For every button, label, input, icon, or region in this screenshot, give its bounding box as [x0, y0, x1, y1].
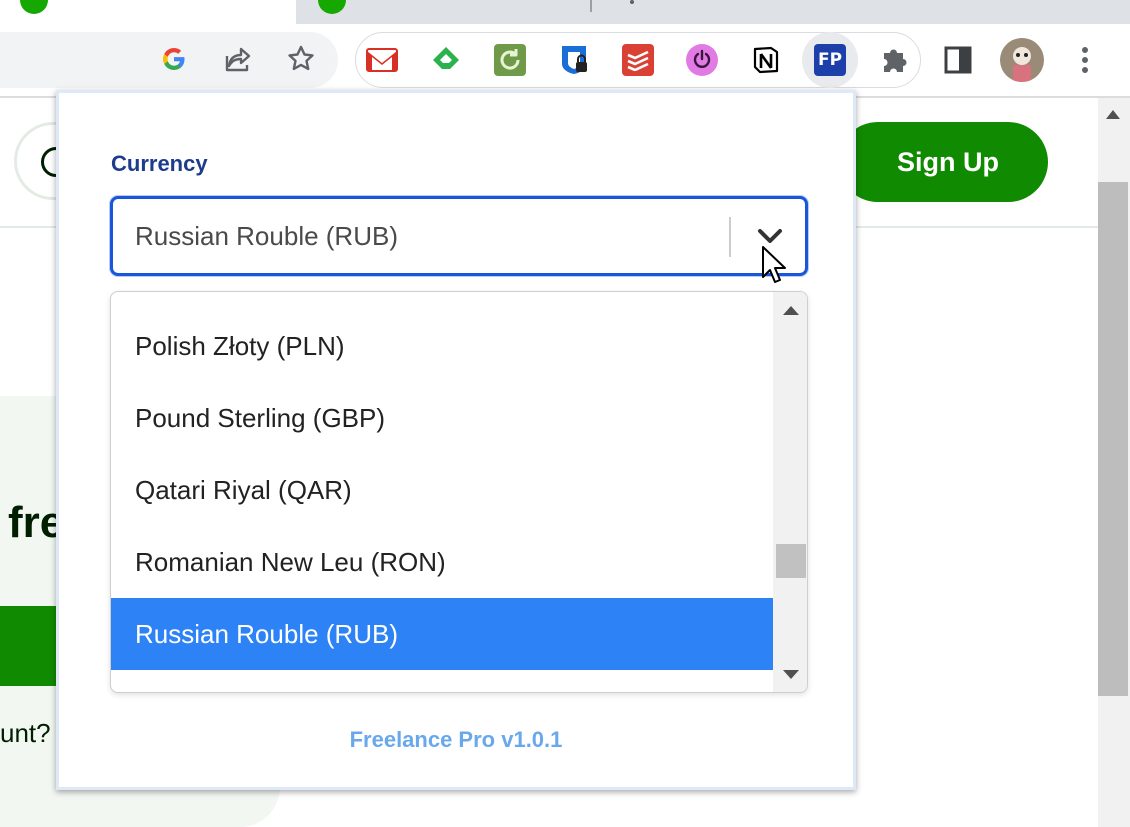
power-icon[interactable]	[686, 44, 718, 76]
tab-separator	[590, 0, 592, 12]
dropdown-scrollbar[interactable]	[773, 292, 807, 692]
sign-up-button[interactable]: Sign Up	[838, 122, 1048, 202]
share-icon[interactable]	[223, 44, 253, 74]
scroll-down-arrow-icon[interactable]	[783, 670, 799, 679]
page-account-prompt: unt?	[0, 718, 51, 748]
currency-option[interactable]: Polish Złoty (PLN)	[111, 310, 773, 382]
lock-shield-icon[interactable]	[558, 44, 590, 76]
refresh-icon[interactable]	[494, 44, 526, 76]
google-icon[interactable]	[159, 44, 189, 74]
page-scrollbar-thumb[interactable]	[1098, 182, 1128, 696]
profile-avatar-icon[interactable]	[1000, 38, 1044, 82]
gmail-icon[interactable]	[366, 44, 398, 76]
option-label: Romanian New Leu (RON)	[135, 546, 446, 577]
currency-option[interactable]: Pound Sterling (GBP)	[111, 382, 773, 454]
side-panel-icon[interactable]	[942, 44, 974, 76]
todoist-icon[interactable]	[622, 44, 654, 76]
tab-active[interactable]	[0, 0, 296, 24]
currency-dropdown-menu: Polish Złoty (PLN) Pound Sterling (GBP) …	[110, 291, 808, 693]
option-label: Polish Złoty (PLN)	[135, 330, 345, 361]
scroll-up-arrow-icon[interactable]	[783, 306, 799, 315]
currency-option[interactable]: Qatari Riyal (QAR)	[111, 454, 773, 526]
tab-strip	[0, 0, 1130, 24]
version-label: Freelance Pro v1.0.1	[349, 727, 563, 752]
scroll-up-arrow-icon[interactable]	[1106, 110, 1120, 119]
fp-icon-label: FP	[817, 50, 843, 70]
extension-popup: Currency Russian Rouble (RUB) Polish Zło…	[56, 90, 856, 790]
option-label: Qatari Riyal (QAR)	[135, 474, 352, 505]
option-label: Russian Rouble (RUB)	[135, 618, 398, 649]
dropdown-scrollbar-thumb[interactable]	[776, 544, 806, 578]
tab-favicon-icon	[20, 0, 48, 14]
fp-icon[interactable]: FP	[814, 44, 846, 76]
notion-icon[interactable]	[750, 44, 782, 76]
mouse-cursor-icon	[761, 245, 789, 285]
currency-option[interactable]	[111, 670, 773, 692]
extensions-puzzle-icon[interactable]	[878, 44, 910, 76]
option-label: Pound Sterling (GBP)	[135, 402, 386, 433]
currency-select-value: Russian Rouble (RUB)	[135, 221, 398, 251]
more-menu-icon[interactable]	[1070, 44, 1100, 76]
currency-option-selected[interactable]: Russian Rouble (RUB)	[111, 598, 773, 670]
currency-label: Currency	[111, 151, 208, 176]
page-scrollbar[interactable]	[1098, 98, 1130, 827]
currency-select[interactable]: Russian Rouble (RUB)	[110, 196, 808, 276]
feedly-icon[interactable]	[430, 44, 462, 76]
browser-toolbar: 9	[0, 24, 1130, 112]
select-separator	[729, 217, 731, 257]
bookmark-star-icon[interactable]	[286, 44, 316, 74]
tab-inactive[interactable]	[296, 0, 1130, 24]
tab-title-fragment	[630, 0, 634, 4]
tab-favicon-icon	[318, 0, 346, 14]
currency-option[interactable]: Romanian New Leu (RON)	[111, 526, 773, 598]
